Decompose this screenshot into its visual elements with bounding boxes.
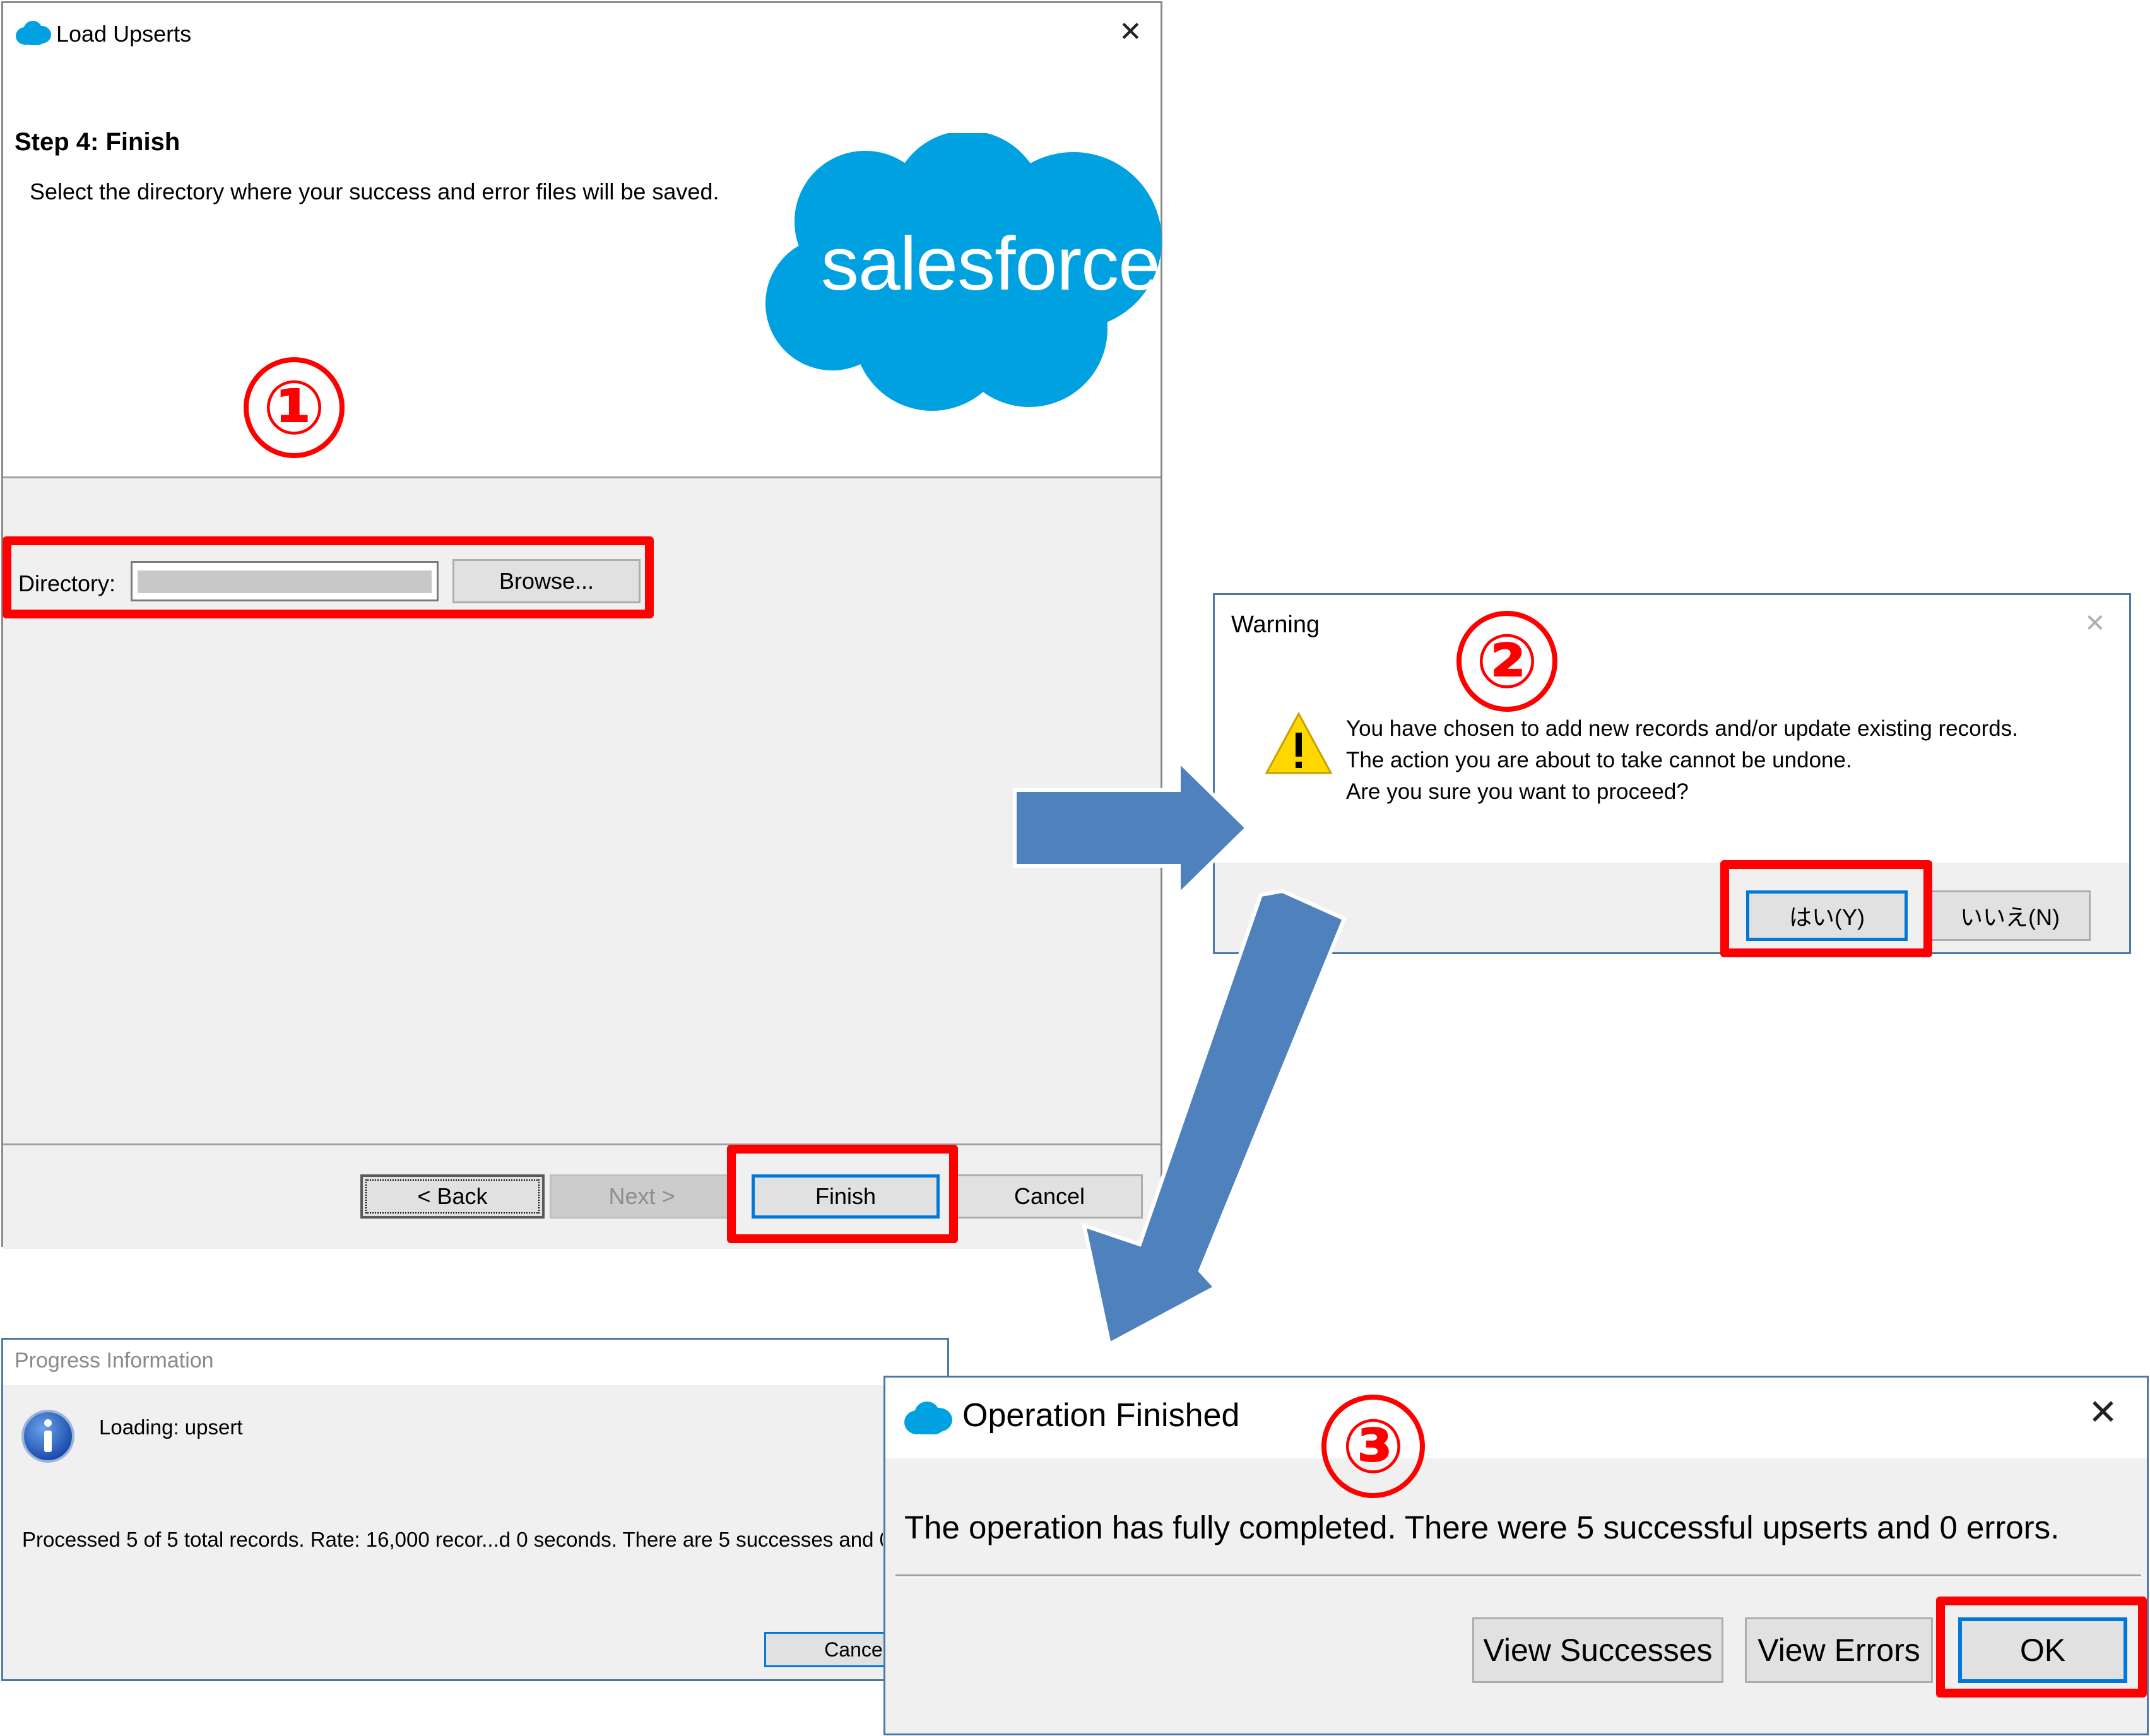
finished-message: The operation has fully completed. There… xyxy=(904,1509,2060,1545)
progress-dialog: Progress Information Loading: upsert Pro… xyxy=(1,1338,949,1681)
view-successes-button[interactable]: View Successes xyxy=(1472,1617,1723,1683)
warning-line-2: The action you are about to take cannot … xyxy=(1346,748,1852,772)
title-bar: Load Upserts ✕ xyxy=(3,3,1161,66)
warning-button-bar: はい(Y) いいえ(N) xyxy=(1215,863,2129,952)
progress-title-bar: Progress Information xyxy=(3,1340,947,1385)
warning-title: Warning xyxy=(1231,611,1320,638)
directory-highlight xyxy=(3,536,654,618)
finished-title-bar: Operation Finished ✕ xyxy=(885,1378,2147,1458)
progress-status: Processed 5 of 5 total records. Rate: 16… xyxy=(22,1528,883,1551)
loading-text: Loading: upsert xyxy=(99,1415,243,1439)
step-title: Step 4: Finish xyxy=(15,128,180,156)
logo-text: salesforce xyxy=(821,221,1161,306)
info-icon xyxy=(21,1409,75,1463)
salesforce-cloud-icon xyxy=(16,21,51,46)
finished-title: Operation Finished xyxy=(962,1397,1240,1434)
step-3-marker: ③ xyxy=(1321,1395,1425,1498)
cancel-button[interactable]: Cancel xyxy=(956,1174,1143,1219)
window-title: Load Upserts xyxy=(56,21,192,47)
warning-line-1: You have chosen to add new records and/o… xyxy=(1346,716,2018,741)
back-button[interactable]: < Back xyxy=(360,1174,545,1219)
no-button[interactable]: いいえ(N) xyxy=(1929,890,2091,941)
warning-icon xyxy=(1264,711,1333,777)
step-1-marker: ① xyxy=(244,357,345,458)
load-upserts-window: Load Upserts ✕ Step 4: Finish Select the… xyxy=(1,1,1162,1249)
next-button: Next > xyxy=(550,1174,734,1219)
salesforce-cloud-icon xyxy=(904,1402,952,1436)
finish-highlight xyxy=(727,1145,958,1243)
close-icon[interactable]: ✕ xyxy=(2088,1391,2118,1433)
warning-line-3: Are you sure you want to proceed? xyxy=(1346,779,1689,804)
progress-title: Progress Information xyxy=(15,1349,214,1373)
salesforce-logo: salesforce xyxy=(764,131,1166,417)
button-bar: < Back Next > Finish Cancel xyxy=(3,1143,1161,1249)
ok-highlight xyxy=(1936,1597,2147,1698)
step-2-marker: ② xyxy=(1456,611,1557,712)
warning-dialog: Warning ✕ You have chosen to add new rec… xyxy=(1213,593,2131,954)
step-description: Select the directory where your success … xyxy=(30,179,719,204)
close-icon[interactable]: ✕ xyxy=(1119,16,1142,48)
close-icon[interactable]: ✕ xyxy=(2084,609,2106,638)
divider xyxy=(895,1574,2141,1578)
yes-highlight xyxy=(1720,860,1932,957)
view-errors-button[interactable]: View Errors xyxy=(1745,1617,1933,1683)
